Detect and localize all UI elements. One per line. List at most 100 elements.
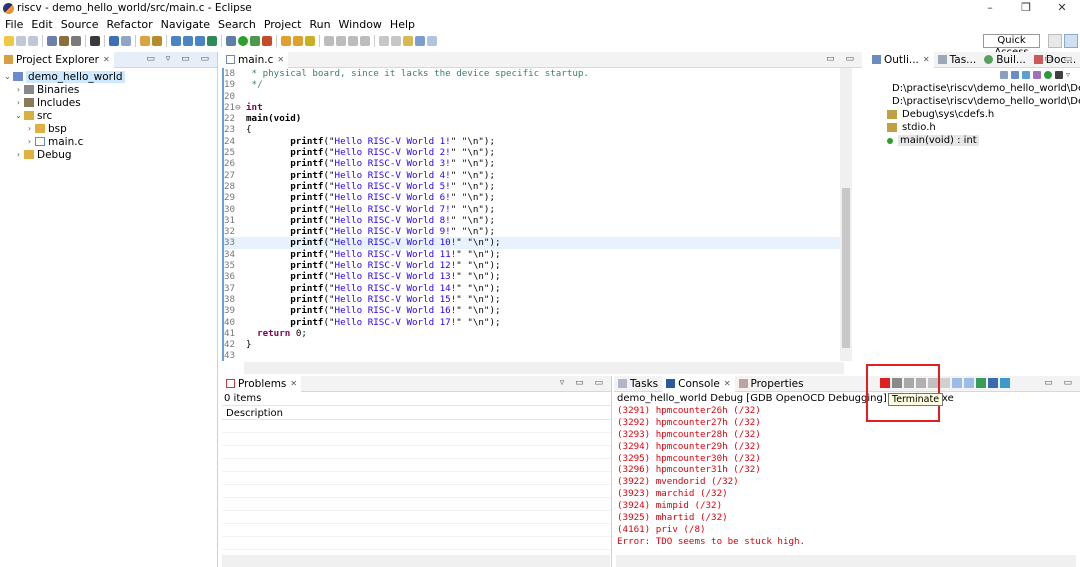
debug-icon[interactable]: [226, 36, 236, 46]
annotation-icon[interactable]: [305, 36, 315, 46]
tab-console[interactable]: Console ✕: [662, 375, 735, 392]
last-edit-icon[interactable]: [403, 36, 413, 46]
c-perspective-icon[interactable]: [1064, 34, 1078, 48]
outline-item[interactable]: Debug\sys\cdefs.h: [868, 108, 1080, 121]
tree-item[interactable]: ⌄ demo_hello_world: [0, 70, 217, 83]
save-icon[interactable]: [16, 36, 26, 46]
run-icon[interactable]: [238, 36, 248, 46]
view-menu-icon[interactable]: ▿: [1066, 71, 1074, 79]
expand-arrow-icon[interactable]: ⌄: [14, 111, 23, 120]
tree-item[interactable]: › main.c: [0, 135, 217, 148]
code-line[interactable]: 32 printf (" Hello RISC-V World 9! " "\n");: [222, 68, 845, 361]
word-wrap-icon[interactable]: [940, 378, 950, 388]
code-line[interactable]: 38 printf (" Hello RISC-V World 15! " "\n")…: [222, 68, 845, 361]
column-header-description[interactable]: Description: [222, 405, 611, 420]
menu-help[interactable]: Help: [390, 18, 415, 31]
tab-main-c[interactable]: main.c ✕: [222, 51, 289, 68]
search-icon[interactable]: [207, 36, 217, 46]
tree-item[interactable]: ⌄ src: [0, 109, 217, 122]
code-line[interactable]: 26 printf (" Hello RISC-V World 3! " "\n");: [222, 68, 845, 361]
open-type-icon[interactable]: [152, 36, 162, 46]
outline-item[interactable]: stdio.h: [868, 121, 1080, 134]
open-task-icon[interactable]: [293, 36, 303, 46]
view-controls[interactable]: ▿ ▭ ▭: [560, 378, 607, 388]
code-line[interactable]: 27 printf (" Hello RISC-V World 4! " "\n");: [222, 68, 845, 361]
expand-arrow-icon[interactable]: ›: [14, 98, 23, 107]
new-project-icon[interactable]: [140, 36, 150, 46]
code-line[interactable]: 21⊖ int: [222, 68, 845, 361]
close-tab-icon[interactable]: ✕: [103, 55, 110, 64]
outline-item[interactable]: D:\practise\riscv\demo_hello_world\Debug…: [868, 82, 1080, 95]
quick-access-field[interactable]: Quick Access: [983, 34, 1040, 58]
tree-item[interactable]: › Binaries: [0, 83, 217, 96]
show-whitespace-icon[interactable]: [336, 36, 346, 46]
skip-breakpoints-icon[interactable]: [121, 36, 131, 46]
editor-vertical-scrollbar[interactable]: [840, 68, 852, 361]
tab-project-explorer[interactable]: Project Explorer ✕: [0, 51, 114, 68]
menu-run[interactable]: Run: [309, 18, 330, 31]
forward-icon[interactable]: [427, 36, 437, 46]
hide-static-icon[interactable]: [1022, 71, 1030, 79]
settings-icon[interactable]: [90, 36, 100, 46]
problems-horizontal-scrollbar[interactable]: [222, 555, 610, 567]
manage-configs-icon[interactable]: [47, 36, 57, 46]
menu-source[interactable]: Source: [61, 18, 99, 31]
open-perspective-icon[interactable]: [1048, 34, 1062, 48]
code-line[interactable]: 31 printf (" Hello RISC-V World 8! " "\n");: [222, 68, 845, 361]
next-annotation-icon[interactable]: [379, 36, 389, 46]
code-line[interactable]: 23 {: [222, 68, 845, 361]
code-line[interactable]: 34 printf (" Hello RISC-V World 11! " "\n")…: [222, 68, 845, 361]
expand-arrow-icon[interactable]: ›: [25, 124, 34, 133]
open-console-icon[interactable]: [1000, 378, 1010, 388]
code-line[interactable]: 35 printf (" Hello RISC-V World 12! " "\n")…: [222, 68, 845, 361]
tree-item[interactable]: › bsp: [0, 122, 217, 135]
tab-outline[interactable]: Outli... ✕: [868, 51, 934, 68]
code-line[interactable]: 40 printf (" Hello RISC-V World 17! " "\n")…: [222, 68, 845, 361]
outline-item[interactable]: D:\practise\riscv\demo_hello_world\Debug…: [868, 95, 1080, 108]
console-horizontal-scrollbar[interactable]: [616, 555, 1076, 567]
code-line[interactable]: 22 main(void): [222, 68, 845, 361]
tab-build-targets[interactable]: Buil...: [980, 52, 1030, 68]
code-text-area[interactable]: 18 * physical board, since it lacks the …: [222, 68, 845, 361]
menu-file[interactable]: File: [5, 18, 23, 31]
code-line[interactable]: 30 printf (" Hello RISC-V World 7! " "\n");: [222, 68, 845, 361]
hide-fields-icon[interactable]: [1011, 71, 1019, 79]
close-button[interactable]: ✕: [1044, 0, 1080, 16]
code-line[interactable]: 37 printf (" Hello RISC-V World 14! " "\n")…: [222, 68, 845, 361]
expand-arrow-icon[interactable]: ›: [14, 85, 23, 94]
code-line[interactable]: 24 printf (" Hello RISC-V World 1! " "\n");: [222, 68, 845, 361]
coverage-icon[interactable]: [250, 36, 260, 46]
open-folder-icon[interactable]: [281, 36, 291, 46]
build-all-icon[interactable]: [71, 36, 81, 46]
external-tools-icon[interactable]: [262, 36, 272, 46]
menu-search[interactable]: Search: [218, 18, 256, 31]
code-line[interactable]: 18 * physical board, since it lacks the …: [222, 68, 845, 79]
view-controls[interactable]: ▭ ▭: [1044, 54, 1076, 64]
new-c-file-icon[interactable]: [171, 36, 181, 46]
sort-icon[interactable]: [1000, 71, 1008, 79]
view-controls[interactable]: ▭ ▭: [1044, 378, 1076, 388]
minimize-button[interactable]: –: [972, 0, 1008, 16]
view-controls[interactable]: ▭ ▭: [826, 54, 858, 64]
block-select-icon[interactable]: [348, 36, 358, 46]
display-console-icon[interactable]: [988, 378, 998, 388]
code-line[interactable]: 43: [222, 350, 845, 361]
tab-tasks[interactable]: Tas...: [934, 52, 981, 68]
new-header-icon[interactable]: [183, 36, 193, 46]
outline-item[interactable]: main(void) : int: [868, 134, 1080, 147]
tree-item[interactable]: › Includes: [0, 96, 217, 109]
menu-window[interactable]: Window: [339, 18, 382, 31]
code-line[interactable]: 41 return 0;: [222, 68, 845, 361]
close-tab-icon[interactable]: ✕: [277, 55, 284, 64]
tab-problems[interactable]: Problems ✕: [222, 375, 302, 392]
word-wrap-icon[interactable]: [360, 36, 370, 46]
maximize-button[interactable]: ❐: [1008, 0, 1044, 16]
menu-refactor[interactable]: Refactor: [107, 18, 153, 31]
build-icon[interactable]: [59, 36, 69, 46]
code-line[interactable]: 39 printf (" Hello RISC-V World 16! " "\n")…: [222, 68, 845, 361]
pin-console-icon[interactable]: [976, 378, 986, 388]
editor-horizontal-scrollbar[interactable]: [244, 362, 844, 374]
close-tab-icon[interactable]: ✕: [923, 55, 930, 64]
hide-non-public-icon[interactable]: [1033, 71, 1041, 79]
code-line[interactable]: 25 printf (" Hello RISC-V World 2! " "\n");: [222, 68, 845, 361]
